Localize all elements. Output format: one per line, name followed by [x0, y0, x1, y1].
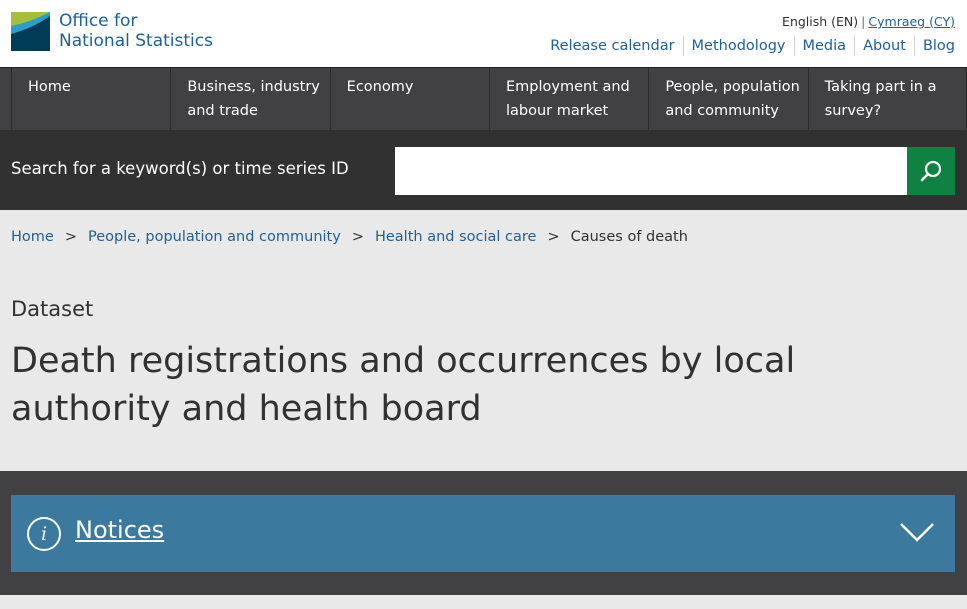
breadcrumb: Home > People, population and community …	[11, 229, 688, 245]
lang-english: English (EN)	[782, 14, 859, 29]
search-label: Search for a keyword(s) or time series I…	[11, 159, 349, 178]
nav-item-economy[interactable]: Economy	[329, 68, 489, 130]
breadcrumb-separator: >	[547, 229, 560, 245]
info-icon: i	[27, 517, 61, 551]
media-link[interactable]: Media	[793, 36, 855, 56]
lang-welsh-link[interactable]: Cymraeg (CY)	[868, 14, 955, 29]
methodology-link[interactable]: Methodology	[682, 36, 794, 56]
nav-item-business[interactable]: Business, industry and trade	[170, 68, 329, 130]
chevron-down-icon	[900, 523, 934, 542]
breadcrumb-home[interactable]: Home	[11, 229, 54, 245]
breadcrumb-current: Causes of death	[570, 229, 688, 245]
primary-nav: Home Business, industry and trade Econom…	[0, 67, 967, 130]
ons-logo[interactable]: Office for National Statistics	[11, 10, 213, 51]
breadcrumb-separator: >	[351, 229, 364, 245]
release-calendar-link[interactable]: Release calendar	[542, 36, 682, 56]
site-header: Office for National Statistics English (…	[0, 0, 967, 67]
nav-item-home[interactable]: Home	[11, 68, 170, 130]
notices-toggle-link[interactable]: Notices	[75, 516, 164, 544]
breadcrumb-separator: >	[64, 229, 77, 245]
nav-item-survey[interactable]: Taking part in a survey?	[807, 68, 967, 130]
page-title: Death registrations and occurrences by l…	[11, 341, 796, 429]
about-link[interactable]: About	[854, 36, 914, 56]
header-links: Release calendar Methodology Media About…	[542, 36, 967, 56]
blog-link[interactable]: Blog	[913, 36, 967, 56]
nav-item-people[interactable]: People, population and community	[648, 68, 807, 130]
page-type-label: Dataset	[11, 297, 94, 321]
logo-text-line2: National Statistics	[59, 30, 213, 51]
logo-text-line1: Office for	[59, 10, 138, 31]
nav-item-employment[interactable]: Employment and labour market	[488, 68, 648, 130]
language-switcher: English (EN) | Cymraeg (CY)	[782, 14, 955, 29]
search-icon	[920, 160, 942, 182]
breadcrumb-health[interactable]: Health and social care	[375, 229, 536, 245]
breadcrumb-people[interactable]: People, population and community	[88, 229, 341, 245]
notices-accordion[interactable]: i Notices	[11, 495, 955, 572]
search-bar: Search for a keyword(s) or time series I…	[0, 130, 967, 210]
ons-logo-mark-icon	[11, 12, 50, 51]
search-input[interactable]	[395, 147, 908, 195]
lang-separator: |	[861, 14, 866, 29]
search-button[interactable]	[907, 147, 955, 195]
content-background	[0, 595, 967, 609]
